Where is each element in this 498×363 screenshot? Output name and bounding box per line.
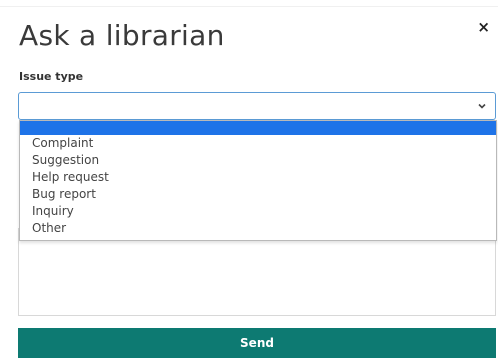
dropdown-option-suggestion[interactable]: Suggestion <box>20 152 496 169</box>
dropdown-option-complaint[interactable]: Complaint <box>20 135 496 152</box>
issue-type-dropdown-list: Complaint Suggestion Help request Bug re… <box>19 120 497 241</box>
dropdown-option-help-request[interactable]: Help request <box>20 169 496 186</box>
send-button[interactable]: Send <box>18 328 496 358</box>
close-icon[interactable]: × <box>477 20 490 35</box>
dropdown-option-other[interactable]: Other <box>20 220 496 237</box>
issue-type-label: Issue type <box>19 70 84 83</box>
chevron-down-icon <box>478 103 486 109</box>
dropdown-option-bug-report[interactable]: Bug report <box>20 186 496 203</box>
dropdown-option-blank[interactable] <box>20 121 496 135</box>
dropdown-option-inquiry[interactable]: Inquiry <box>20 203 496 220</box>
dialog-top-divider <box>0 6 498 7</box>
ask-librarian-dialog: Ask a librarian × Issue type Complaint S… <box>0 0 498 363</box>
message-textarea[interactable] <box>18 228 496 316</box>
issue-type-select[interactable] <box>18 92 496 120</box>
dialog-title: Ask a librarian <box>19 19 225 52</box>
